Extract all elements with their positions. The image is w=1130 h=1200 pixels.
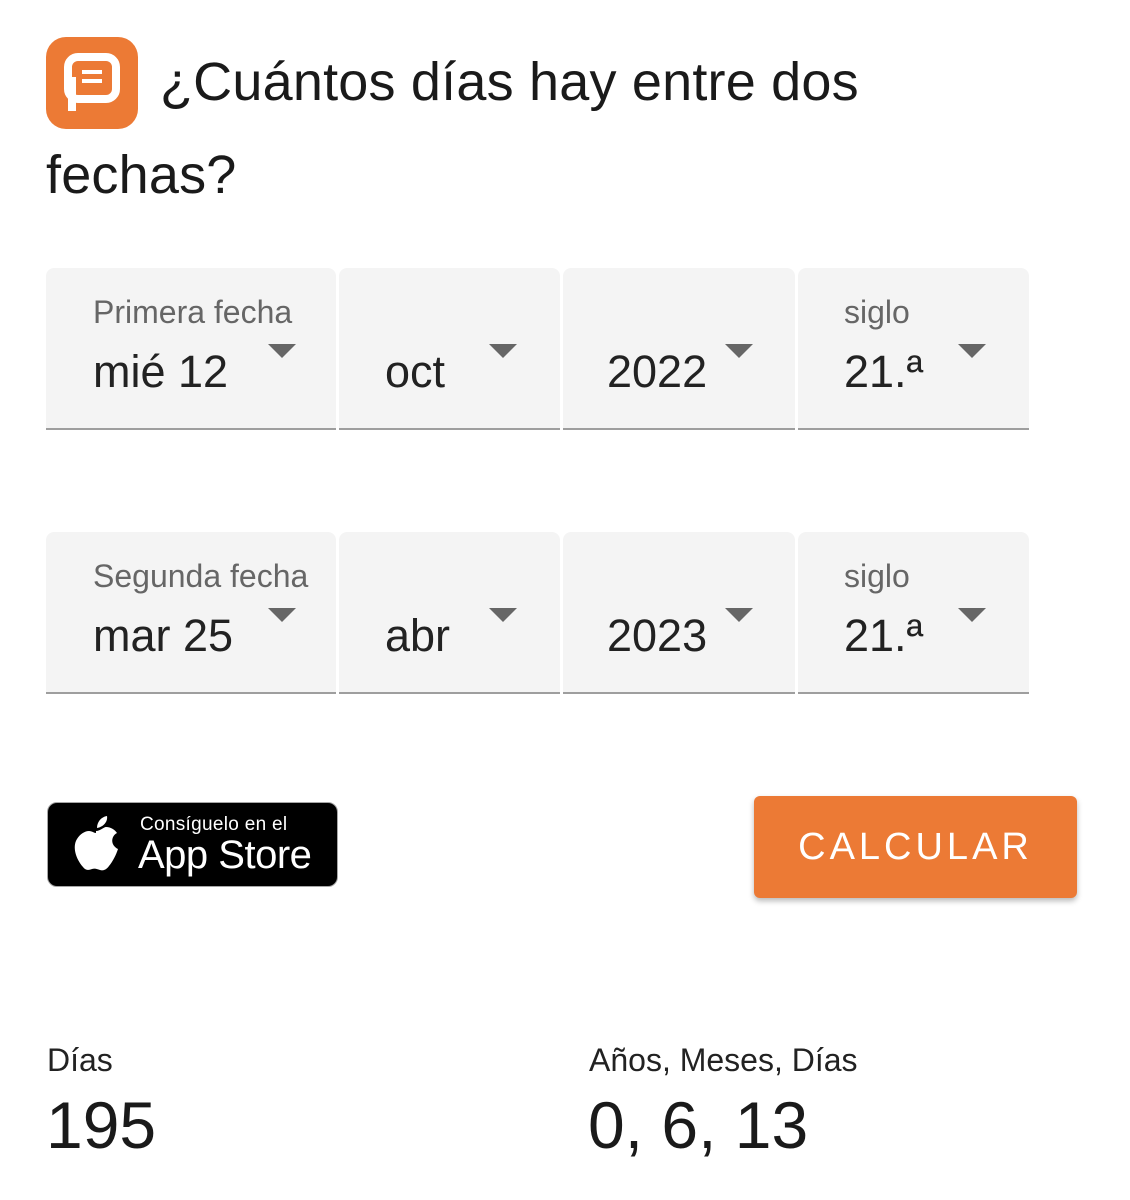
chevron-down-icon (725, 608, 753, 622)
second-date-month-value: abr (385, 610, 451, 661)
page: ¿Cuántos días hay entre dos fechas? Prim… (0, 0, 1130, 1200)
chevron-down-icon (268, 344, 296, 358)
days-result-label: Días (47, 1042, 113, 1078)
apple-icon (74, 816, 118, 871)
chevron-down-icon (958, 608, 986, 622)
first-date-year-select[interactable]: 2022 (563, 268, 795, 430)
chat-bubble-icon (46, 37, 138, 129)
chevron-down-icon (725, 344, 753, 358)
second-date-year-value: 2023 (607, 610, 708, 661)
second-date-year-select[interactable]: 2023 (563, 532, 795, 694)
first-date-label: Primera fecha (93, 294, 293, 330)
chevron-down-icon (268, 608, 296, 622)
calculate-button[interactable]: CALCULAR (754, 796, 1077, 898)
second-date-label: Segunda fecha (93, 558, 309, 594)
ymd-result-label: Años, Meses, Días (589, 1042, 858, 1078)
second-date-month-select[interactable]: abr (339, 532, 560, 694)
second-date-century-label: siglo (844, 558, 910, 594)
chevron-down-icon (489, 608, 517, 622)
days-result-value: 195 (46, 1088, 157, 1162)
first-date-month-value: oct (385, 346, 446, 397)
second-date-day-select[interactable]: Segunda fecha mar 25 (46, 532, 336, 694)
second-date-century-value: 21.ª (844, 610, 924, 661)
first-date-century-select[interactable]: siglo 21.ª (798, 268, 1029, 430)
first-date-day-value: mié 12 (93, 346, 229, 397)
ymd-result-value: 0, 6, 13 (588, 1088, 809, 1162)
page-title: ¿Cuántos días hay entre dos (160, 52, 859, 112)
second-date-day-value: mar 25 (93, 610, 234, 661)
first-date-century-label: siglo (844, 294, 910, 330)
app-store-badge-title: App Store (138, 833, 312, 877)
second-date-century-select[interactable]: siglo 21.ª (798, 532, 1029, 694)
first-date-month-select[interactable]: oct (339, 268, 560, 430)
chevron-down-icon (958, 344, 986, 358)
app-store-badge[interactable]: Consíguelo en el App Store (47, 802, 338, 887)
first-date-day-select[interactable]: Primera fecha mié 12 (46, 268, 336, 430)
page-title-continued: fechas? (46, 145, 237, 205)
chevron-down-icon (489, 344, 517, 358)
first-date-century-value: 21.ª (844, 346, 924, 397)
first-date-year-value: 2022 (607, 346, 708, 397)
